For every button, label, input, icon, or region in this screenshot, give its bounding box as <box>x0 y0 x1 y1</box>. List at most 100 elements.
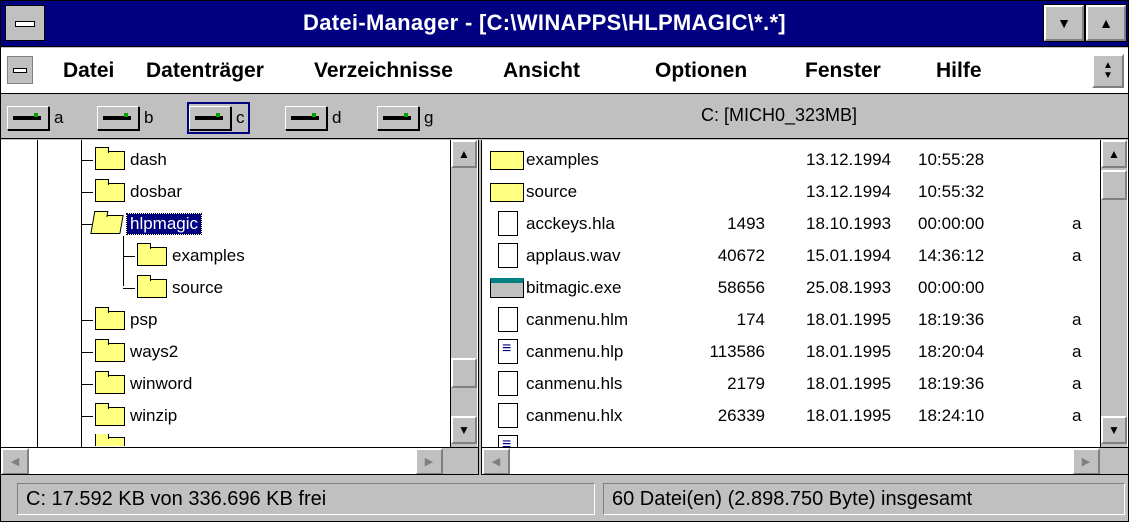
document-menu-icon <box>13 68 27 73</box>
folder-icon <box>95 370 125 394</box>
file-list-pane[interactable]: examples 13.12.1994 10:55:28 source 13.1… <box>481 140 1128 475</box>
file-date: 18.01.1995 <box>806 342 892 361</box>
folder-icon <box>137 242 167 266</box>
file-time: 10:55:32 <box>918 182 985 201</box>
system-menu-icon <box>15 21 35 27</box>
scroll-track[interactable] <box>510 448 1072 474</box>
menu-hilfe[interactable]: Hilfe <box>936 59 982 83</box>
tree-item-label: hlpmagic <box>125 213 203 235</box>
file-row[interactable]: canmenu.hlm 174 18.01.1995 18:19:36 a <box>488 304 1100 336</box>
file-list-horizontal-scrollbar[interactable]: ◀ ▶ <box>482 447 1128 474</box>
file-row[interactable]: bitmagic.exe 58656 25.08.1993 00:00:00 <box>488 272 1100 304</box>
drive-letter: d <box>332 108 342 127</box>
system-menu-button[interactable] <box>5 5 45 41</box>
arrow-up-icon: ▲ <box>458 147 470 161</box>
scroll-right-button[interactable]: ▶ <box>1072 448 1100 474</box>
tree-item-label: dash <box>130 150 167 169</box>
tree-item-source[interactable]: source <box>137 274 223 302</box>
folder-icon <box>490 151 524 170</box>
scroll-right-button[interactable]: ▶ <box>415 448 443 474</box>
arrow-left-icon: ◀ <box>491 456 501 468</box>
menu-datentraeger[interactable]: Datenträger <box>146 59 264 83</box>
tree-item-hlpmagic[interactable]: hlpmagic <box>90 210 203 238</box>
hard-drive-icon <box>189 106 231 130</box>
file-name: canmenu.hlm <box>526 310 629 329</box>
title-bar[interactable]: Datei-Manager - [C:\WINAPPS\HLPMAGIC\*.*… <box>1 1 1128 47</box>
menu-ansicht[interactable]: Ansicht <box>503 59 580 83</box>
open-folder-icon <box>90 214 124 234</box>
scroll-thumb[interactable] <box>451 358 477 388</box>
tree-item-winword[interactable]: winword <box>95 370 192 398</box>
tree-line <box>81 192 93 193</box>
help-file-icon <box>498 339 518 364</box>
file-row[interactable]: applaus.wav 40672 15.01.1994 14:36:12 a <box>488 240 1100 272</box>
tree-item-partial[interactable] <box>95 434 130 446</box>
file-row[interactable]: acckeys.hla 1493 18.10.1993 00:00:00 a <box>488 208 1100 240</box>
file-attributes: a <box>1072 406 1082 425</box>
file-name: canmenu.hlx <box>526 406 623 425</box>
file-list-vertical-scrollbar[interactable]: ▲ ▼ <box>1100 140 1127 447</box>
help-file-icon <box>498 435 518 447</box>
scroll-thumb[interactable] <box>1101 170 1127 200</box>
drive-b[interactable]: b <box>97 104 153 132</box>
file-name: applaus.wav <box>526 246 621 265</box>
file-date: 18.01.1995 <box>806 310 892 329</box>
file-attributes: a <box>1072 374 1082 393</box>
file-attributes: a <box>1072 342 1082 361</box>
tree-item-winzip[interactable]: winzip <box>95 402 177 430</box>
scroll-up-button[interactable]: ▲ <box>451 140 477 168</box>
directory-tree-pane[interactable]: dash dosbar hlpmagic examples source psp… <box>1 140 479 475</box>
file-date: 18.10.1993 <box>806 214 892 233</box>
drive-g[interactable]: g <box>377 104 433 132</box>
file-row-partial[interactable] <box>488 432 1100 447</box>
tree-item-dash[interactable]: dash <box>95 146 167 174</box>
file-row[interactable]: canmenu.hls 2179 18.01.1995 18:19:36 a <box>488 368 1100 400</box>
scroll-left-button[interactable]: ◀ <box>1 448 29 474</box>
folder-icon <box>95 338 125 362</box>
maximize-button[interactable]: ▲ <box>1085 4 1127 42</box>
tree-item-psp[interactable]: psp <box>95 306 157 334</box>
menu-verzeichnisse[interactable]: Verzeichnisse <box>314 59 453 83</box>
tree-line <box>81 160 93 161</box>
menu-datei[interactable]: Datei <box>63 59 114 83</box>
file-name: canmenu.hls <box>526 374 623 393</box>
file-time: 10:55:28 <box>918 150 985 169</box>
drive-c[interactable]: c <box>187 102 250 134</box>
menu-fenster[interactable]: Fenster <box>805 59 881 83</box>
file-date: 13.12.1994 <box>806 182 892 201</box>
tree-vertical-scrollbar[interactable]: ▲ ▼ <box>450 140 477 447</box>
document-restore-button[interactable]: ▲ ▼ <box>1092 54 1124 88</box>
scroll-track[interactable] <box>29 448 415 474</box>
pane-splitter[interactable] <box>479 140 481 475</box>
file-name: source <box>526 182 578 201</box>
scroll-down-button[interactable]: ▼ <box>1101 416 1127 444</box>
window-title: Datei-Manager - [C:\WINAPPS\HLPMAGIC\*.*… <box>303 10 786 35</box>
file-time: 14:36:12 <box>918 246 985 265</box>
tree-item-dosbar[interactable]: dosbar <box>95 178 182 206</box>
drive-a[interactable]: a <box>7 104 63 132</box>
scroll-up-button[interactable]: ▲ <box>1101 140 1127 168</box>
file-row[interactable]: canmenu.hlp 113586 18.01.1995 18:20:04 a <box>488 336 1100 368</box>
menu-optionen[interactable]: Optionen <box>655 59 747 83</box>
menu-bar: Datei Datenträger Verzeichnisse Ansicht … <box>1 48 1128 94</box>
file-name: acckeys.hla <box>526 214 615 233</box>
file-row[interactable]: source 13.12.1994 10:55:32 <box>488 176 1100 208</box>
arrow-down-icon: ▼ <box>458 423 470 437</box>
drive-letter: g <box>424 108 434 127</box>
scroll-left-button[interactable]: ◀ <box>482 448 510 474</box>
folder-icon <box>95 434 125 446</box>
drive-d[interactable]: d <box>285 104 341 132</box>
file-row[interactable]: canmenu.hlx 26339 18.01.1995 18:24:10 a <box>488 400 1100 432</box>
tree-line <box>81 416 93 417</box>
minimize-button[interactable]: ▼ <box>1043 4 1085 42</box>
file-attributes: a <box>1072 214 1082 233</box>
document-system-menu-button[interactable] <box>7 56 33 84</box>
file-row[interactable]: examples 13.12.1994 10:55:28 <box>488 144 1100 176</box>
file-attributes: a <box>1072 246 1082 265</box>
document-icon <box>498 211 518 236</box>
scroll-down-button[interactable]: ▼ <box>451 416 477 444</box>
application-icon <box>490 278 524 298</box>
tree-item-ways2[interactable]: ways2 <box>95 338 178 366</box>
tree-item-examples[interactable]: examples <box>137 242 245 270</box>
tree-horizontal-scrollbar[interactable]: ◀ ▶ <box>1 447 478 474</box>
